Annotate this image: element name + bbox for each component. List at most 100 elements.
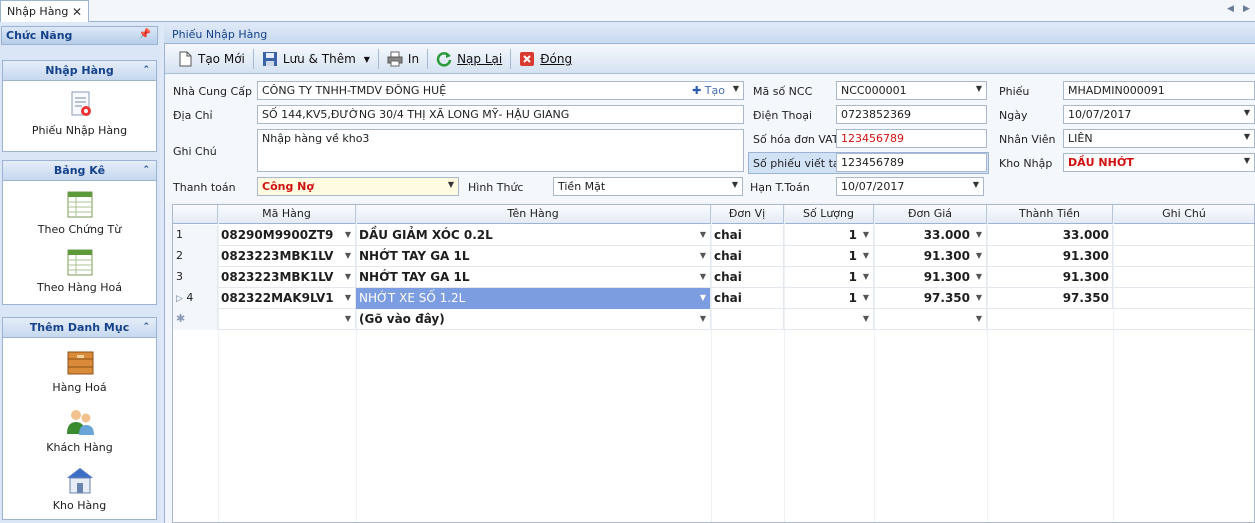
dropdown-arrow-icon[interactable]: ▼ <box>732 180 738 189</box>
collapse-icon[interactable]: ⌃ <box>142 61 150 80</box>
new-row[interactable]: ✱ ▼ (Gõ vào đây) ▼ ▼ ▼ <box>173 309 1254 330</box>
handwritten-label: Số phiếu viết tay <box>753 157 847 170</box>
panel-title: Phiếu Nhập Hàng <box>164 25 1255 44</box>
supplier-field[interactable]: CÔNG TY TNHH-TMDV ĐÔNG HUỆ ✚ Tạo ▼ <box>257 81 744 100</box>
name-cell[interactable]: NHỚT TAY GA 1L ▼ <box>356 267 711 288</box>
dropdown-arrow-icon[interactable]: ▼ <box>1244 156 1250 165</box>
tab-scroll-right-icon[interactable]: ▶ <box>1243 4 1250 14</box>
spreadsheet-icon <box>64 188 96 220</box>
reload-button[interactable]: Nạp Lại <box>430 47 508 71</box>
dropdown-arrow-icon[interactable]: ▼ <box>1244 132 1250 141</box>
name-cell[interactable]: NHỚT TAY GA 1L ▼ <box>356 246 711 267</box>
dropdown-arrow-icon[interactable]: ▼ <box>1244 108 1250 117</box>
col-header-price[interactable]: Đơn Giá <box>874 205 987 224</box>
hang-hoa-item[interactable]: Hàng Hoá <box>3 346 156 394</box>
row-number: 2 <box>173 246 218 267</box>
dropdown-arrow-icon[interactable]: ▼ <box>976 84 982 93</box>
col-header-total[interactable]: Thành Tiền <box>987 205 1113 224</box>
unit-cell[interactable]: chai <box>711 288 784 309</box>
total-cell: 97.350 <box>987 288 1113 309</box>
date-label: Ngày <box>999 109 1028 122</box>
code-cell[interactable]: 0823223MBK1LV ▼ <box>218 246 356 267</box>
close-button[interactable]: Đóng <box>513 47 578 71</box>
voucher-field[interactable]: MHADMIN000091 <box>1063 81 1255 100</box>
name-cell[interactable]: DẦU GIẢM XÓC 0.2L ▼ <box>356 225 711 246</box>
spreadsheet-icon <box>64 246 96 278</box>
staff-select[interactable]: LIÊN ▼ <box>1063 129 1255 148</box>
unit-cell[interactable]: chai <box>711 246 784 267</box>
theo-chung-tu-item[interactable]: Theo Chứng Từ <box>3 188 156 236</box>
price-cell[interactable]: 91.300 ▼ <box>874 267 987 288</box>
phone-field[interactable]: 0723852369 <box>836 105 987 124</box>
collapse-icon[interactable]: ⌃ <box>142 161 150 180</box>
tab-scroll-left-icon[interactable]: ◀ <box>1227 4 1234 14</box>
unit-cell[interactable]: chai <box>711 225 784 246</box>
supplier-label: Nhà Cung Cấp <box>173 85 252 98</box>
document-tab-bar <box>0 0 1255 22</box>
tab-nhap-hang[interactable]: Nhập Hàng ✕ <box>0 0 89 22</box>
khach-hang-label: Khách Hàng <box>46 441 113 454</box>
current-row-icon: ▷ <box>176 294 183 304</box>
col-header-unit[interactable]: Đơn Vị <box>711 205 784 224</box>
row-number: 1 <box>173 225 218 246</box>
price-cell[interactable]: 33.000 ▼ <box>874 225 987 246</box>
save-add-button[interactable]: Lưu & Thêm ▼ <box>256 47 376 71</box>
code-cell[interactable]: ▼ <box>218 309 356 330</box>
collapse-icon[interactable]: ⌃ <box>142 318 150 337</box>
warehouse-select[interactable]: DẦU NHỚT ▼ <box>1063 153 1255 172</box>
dropdown-arrow-icon[interactable]: ▼ <box>733 84 739 93</box>
table-row-selected[interactable]: ▷ 4 082322MAK9LV1 ▼ NHỚT XE SỐ 1.2L ▼ chai… <box>173 288 1254 309</box>
qty-cell[interactable]: 1 ▼ <box>784 288 874 309</box>
row-number: ▷ 4 <box>173 288 218 309</box>
theo-hang-hoa-item[interactable]: Theo Hàng Hoá <box>3 246 156 294</box>
close-tab-icon[interactable]: ✕ <box>72 5 82 19</box>
phieu-nhap-hang-item[interactable]: Phiếu Nhập Hàng <box>3 89 156 137</box>
name-cell[interactable]: (Gõ vào đây) ▼ <box>356 309 711 330</box>
dropdown-arrow-icon[interactable]: ▼ <box>364 55 370 64</box>
pin-icon[interactable]: 📌 <box>139 29 151 40</box>
dropdown-arrow-icon[interactable]: ▼ <box>973 180 979 189</box>
unit-cell[interactable] <box>711 309 784 330</box>
kho-hang-item[interactable]: Kho Hàng <box>3 464 156 512</box>
col-header-name[interactable]: Tên Hàng <box>356 205 711 224</box>
code-cell[interactable]: 0823223MBK1LV ▼ <box>218 267 356 288</box>
code-cell[interactable]: 08290M9900ZT9 ▼ <box>218 225 356 246</box>
price-cell[interactable]: ▼ <box>874 309 987 330</box>
supplier-code-select[interactable]: NCC000001 ▼ <box>836 81 987 100</box>
khach-hang-item[interactable]: Khách Hàng <box>3 406 156 454</box>
qty-cell[interactable]: 1 ▼ <box>784 246 874 267</box>
phieu-nhap-hang-label: Phiếu Nhập Hàng <box>31 124 128 137</box>
table-row[interactable]: 3 0823223MBK1LV ▼ NHỚT TAY GA 1L ▼ chai 1 ▼… <box>173 267 1254 288</box>
date-field[interactable]: 10/07/2017 ▼ <box>1063 105 1255 124</box>
note-field[interactable]: Nhập hàng về kho3 <box>257 129 744 172</box>
price-cell[interactable]: 91.300 ▼ <box>874 246 987 267</box>
qty-cell[interactable]: ▼ <box>784 309 874 330</box>
price-cell[interactable]: 97.350 ▼ <box>874 288 987 309</box>
unit-cell[interactable]: chai <box>711 267 784 288</box>
payment-select[interactable]: Công Nợ ▼ <box>257 177 459 196</box>
qty-cell[interactable]: 1 ▼ <box>784 225 874 246</box>
group-header-bang-ke[interactable]: Bảng Kê ⌃ <box>3 161 156 181</box>
handwritten-field[interactable]: 123456789 <box>836 153 987 172</box>
group-header-nhap-hang[interactable]: Nhập Hàng ⌃ <box>3 61 156 81</box>
total-cell: 91.300 <box>987 246 1113 267</box>
group-header-them-danh-muc[interactable]: Thêm Danh Mục ⌃ <box>3 318 156 338</box>
theo-hang-hoa-label: Theo Hàng Hoá <box>37 281 122 294</box>
print-button[interactable]: In <box>381 47 425 71</box>
col-header-code[interactable]: Mã Hàng <box>218 205 356 224</box>
row-indicator-header <box>173 205 218 224</box>
method-select[interactable]: Tiền Mặt ▼ <box>553 177 743 196</box>
address-field[interactable]: SỐ 144,KV5,ĐƯỜNG 30/4 THỊ XÃ LONG MỸ- HẬ… <box>257 105 744 124</box>
new-button[interactable]: Tạo Mới <box>171 47 251 71</box>
due-date-field[interactable]: 10/07/2017 ▼ <box>836 177 984 196</box>
table-row[interactable]: 2 0823223MBK1LV ▼ NHỚT TAY GA 1L ▼ chai 1 ▼… <box>173 246 1254 267</box>
vat-field[interactable]: 123456789 <box>836 129 987 148</box>
col-header-qty[interactable]: Số Lượng <box>784 205 874 224</box>
name-cell-active[interactable]: NHỚT XE SỐ 1.2L ▼ <box>356 288 711 309</box>
table-row[interactable]: 1 08290M9900ZT9 ▼ DẦU GIẢM XÓC 0.2L ▼ chai… <box>173 225 1254 246</box>
dropdown-arrow-icon[interactable]: ▼ <box>448 180 454 189</box>
col-header-note[interactable]: Ghi Chú <box>1113 205 1254 224</box>
code-cell[interactable]: 082322MAK9LV1 ▼ <box>218 288 356 309</box>
create-supplier-button[interactable]: ✚ Tạo <box>692 84 725 97</box>
qty-cell[interactable]: 1 ▼ <box>784 267 874 288</box>
